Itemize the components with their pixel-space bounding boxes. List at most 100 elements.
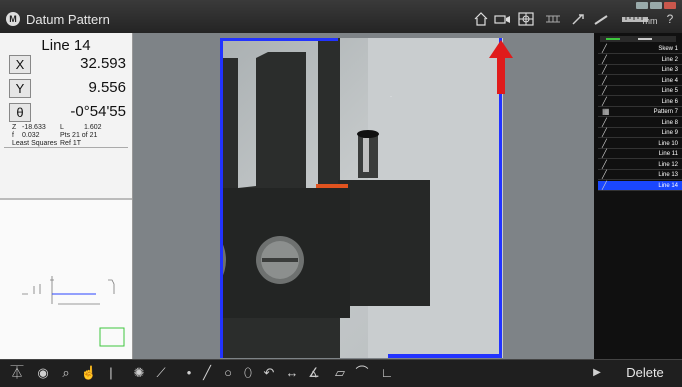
crosshair-icon[interactable] — [517, 12, 535, 26]
line-feature-icon: ╱ — [602, 149, 607, 158]
edge-tool-icon[interactable]: | — [106, 364, 116, 382]
feature-list-label: Line 11 — [658, 151, 678, 157]
grid-icon[interactable] — [544, 12, 562, 26]
delete-button[interactable]: Delete — [612, 362, 678, 384]
l-value: 1.602 — [84, 124, 102, 131]
line-feature-icon: ╱ — [602, 75, 607, 85]
annotation-arrow-icon — [486, 36, 516, 103]
z-value: -18.633 — [22, 124, 46, 131]
play-icon[interactable]: ▶ — [591, 364, 603, 382]
eye-icon[interactable]: ◉ — [34, 364, 52, 382]
home-icon[interactable] — [473, 12, 489, 26]
line-feature-icon: ╱ — [602, 117, 607, 127]
close-icon[interactable] — [664, 2, 676, 9]
pattern-icon: ▦ — [602, 107, 610, 116]
line-feature-icon: ╱ — [602, 86, 607, 95]
minimize-icon[interactable] — [636, 2, 648, 9]
line-feature-icon: ╱ — [602, 159, 607, 169]
pen-icon[interactable] — [593, 12, 611, 26]
feature-list-item[interactable]: ╱ Line 5 — [598, 86, 682, 96]
feature-list-item[interactable]: ╱ Line 14 — [598, 180, 682, 191]
feature-list-label: Line 9 — [661, 130, 678, 136]
circle-icon[interactable]: ○ — [220, 364, 236, 382]
line-feature-icon: ╱ — [602, 138, 607, 148]
feature-list-item[interactable]: ▦ Pattern 7 — [598, 107, 682, 117]
line-probe-icon[interactable]: ⟋ — [152, 364, 170, 382]
help-icon[interactable]: ? — [664, 12, 676, 26]
y-value: 9.556 — [88, 79, 126, 96]
line-feature-icon: ╱ — [602, 96, 607, 106]
home-tool-icon[interactable]: ⏄ — [8, 364, 26, 382]
curve-icon[interactable]: ⌒ — [354, 364, 370, 382]
feature-list-label: Line 10 — [658, 140, 678, 147]
line-feature-icon: ╱ — [602, 170, 607, 179]
feature-list-item[interactable]: ╱ Skew 1 — [598, 44, 682, 54]
feature-list-label: Line 4 — [661, 77, 678, 84]
app-logo[interactable]: M — [6, 12, 20, 26]
feature-list-item[interactable]: ╱ Line 10 — [598, 139, 682, 149]
angle-icon[interactable]: ∡ — [306, 364, 322, 382]
divider — [4, 147, 128, 148]
window-controls — [636, 2, 676, 10]
line-feature-icon: ╱ — [602, 54, 607, 64]
readout-panel: Line 14 X 32.593 Y 9.556 θ -0°54'55 Z -1… — [0, 33, 133, 360]
feature-list-label: Line 5 — [661, 88, 678, 94]
fit-method: Least Squares — [12, 140, 58, 147]
list-header — [600, 36, 676, 42]
feature-list-label: Line 8 — [661, 119, 678, 126]
svg-text:·: · — [390, 94, 392, 100]
feature-list-label: Line 13 — [658, 172, 678, 178]
camera-image[interactable]: · — [220, 38, 503, 358]
feature-list-item[interactable]: ╱ Line 6 — [598, 97, 682, 107]
feature-list-label: Line 3 — [661, 67, 678, 73]
feature-list-item[interactable]: ╱ Line 11 — [598, 149, 682, 159]
arc-icon[interactable]: ↶ — [261, 364, 277, 382]
line-feature-icon: ╱ — [602, 65, 607, 74]
feature-list-item[interactable]: ╱ Line 9 — [598, 128, 682, 138]
feature-list-label: Pattern 7 — [653, 109, 678, 115]
feature-list-label: Line 14 — [658, 182, 678, 189]
camera-icon[interactable] — [494, 12, 512, 26]
list-tab-indicator — [638, 38, 652, 40]
line-icon[interactable]: ╱ — [199, 364, 215, 382]
feature-list-item[interactable]: ╱ Line 4 — [598, 76, 682, 86]
hand-icon[interactable]: ☝ — [80, 364, 98, 382]
points-count: Pts 21 of 21 — [60, 132, 98, 139]
window-title: Datum Pattern — [26, 12, 110, 27]
feature-list-label: Line 2 — [661, 56, 678, 63]
point-icon[interactable]: • — [183, 364, 195, 382]
reference: Ref 1T — [60, 140, 82, 147]
zoom-icon[interactable]: ⌕ — [57, 364, 75, 382]
feature-list-item[interactable]: ╱ Line 3 — [598, 65, 682, 75]
z-label: Z — [12, 124, 17, 131]
probe-icon[interactable] — [570, 12, 586, 26]
feature-list-item[interactable]: ╱ Line 2 — [598, 55, 682, 65]
feature-plot — [0, 200, 132, 360]
feature-list-label: Line 12 — [658, 161, 678, 168]
x-axis-button[interactable]: X — [9, 55, 31, 74]
feature-list-item[interactable]: ╱ Line 12 — [598, 160, 682, 170]
distance-icon[interactable]: ↔ — [283, 364, 301, 382]
feature-list-label: Skew 1 — [658, 46, 678, 52]
list-tab-indicator — [606, 38, 620, 40]
theta-axis-button[interactable]: θ — [9, 103, 31, 122]
l-label: L — [60, 124, 64, 131]
maximize-icon[interactable] — [650, 2, 662, 9]
slot-icon[interactable]: ⬯ — [241, 364, 255, 382]
parallelogram-icon[interactable]: ▱ — [331, 364, 349, 382]
feature-list-label: Line 6 — [661, 98, 678, 105]
feature-name: Line 14 — [41, 37, 91, 54]
auto-edge-icon[interactable]: ✺ — [130, 364, 148, 382]
line-feature-icon: ╱ — [602, 44, 607, 53]
x-value: 32.593 — [80, 55, 126, 72]
f-value: 0.032 — [22, 132, 40, 139]
datum-icon[interactable]: ∟ — [379, 364, 395, 382]
f-label: f — [12, 132, 14, 139]
theta-value: -0°54'55 — [70, 103, 126, 120]
feature-list-item[interactable]: ╱ Line 13 — [598, 170, 682, 180]
feature-list-item[interactable]: ╱ Line 8 — [598, 118, 682, 128]
line-feature-icon: ╱ — [602, 180, 607, 190]
line-feature-icon: ╱ — [602, 128, 607, 137]
units-label[interactable]: mm — [640, 14, 660, 28]
y-axis-button[interactable]: Y — [9, 79, 31, 98]
